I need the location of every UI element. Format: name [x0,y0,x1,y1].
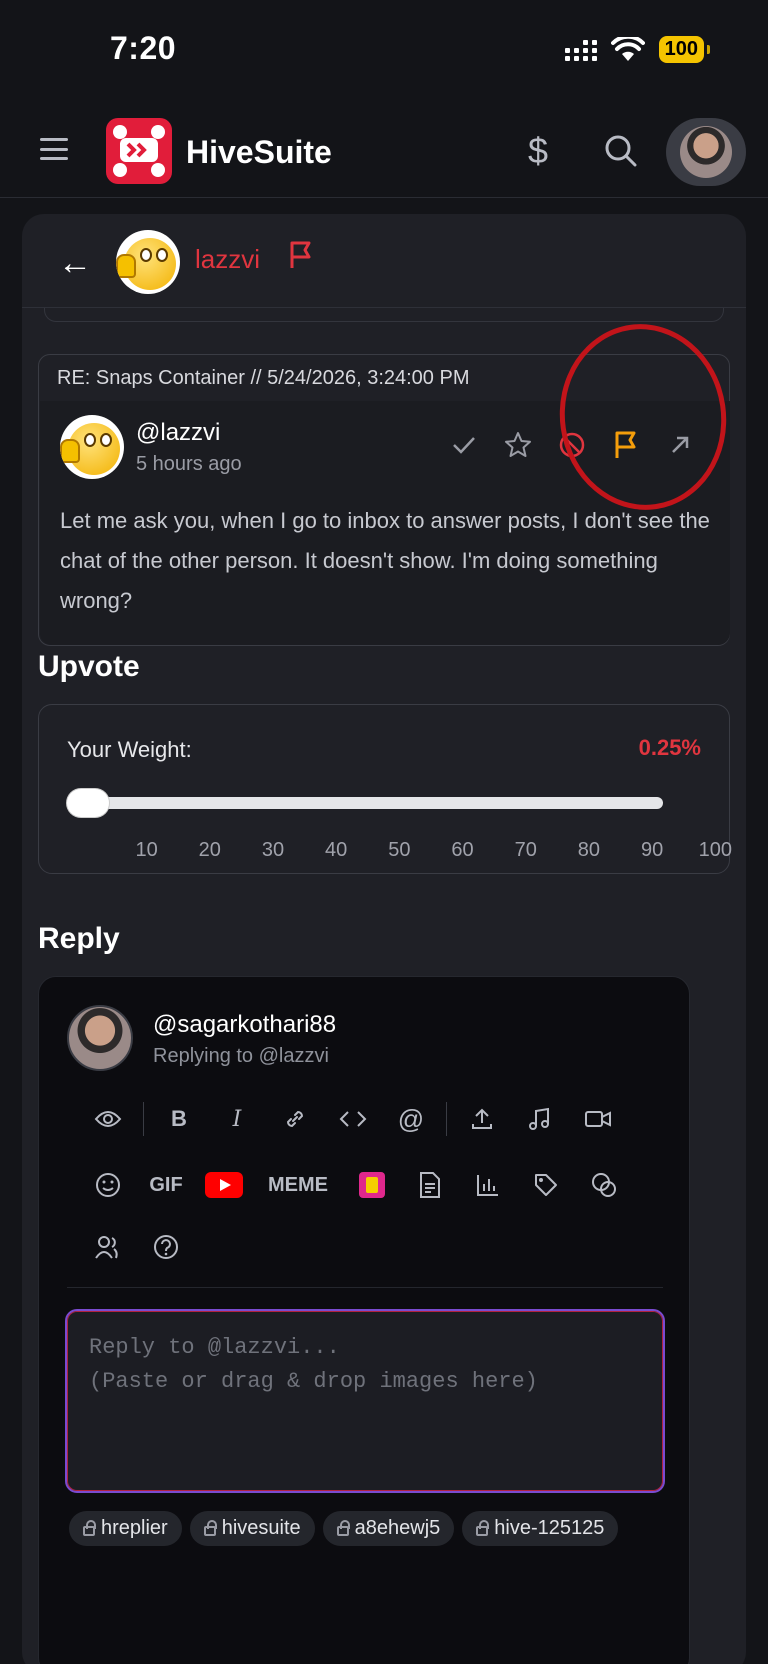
toolbar-separator [67,1287,663,1288]
video-icon[interactable] [569,1099,627,1139]
post-author-avatar[interactable] [60,415,124,479]
post-title: RE: Snaps Container // 5/24/2026, 3:24:0… [57,367,470,389]
upvote-panel: Your Weight: 0.25% 10 20 30 40 50 60 70 … [38,704,732,874]
preview-eye-icon[interactable] [79,1099,137,1139]
slider-tick: 20 [198,839,221,861]
lock-icon [83,1519,96,1536]
coins-icon[interactable] [575,1165,633,1205]
dollar-icon[interactable]: $ [528,130,548,172]
toolbar-row-1: B I @ [79,1099,627,1139]
check-icon[interactable] [450,431,478,459]
status-time: 7:20 [110,30,177,66]
reply-username: @sagarkothari88 [153,1011,337,1038]
weight-slider-track[interactable] [69,797,663,809]
toolbar-divider [143,1102,144,1136]
reply-input[interactable]: Reply to @lazzvi... (Paste or drag & dro… [65,1309,665,1493]
lock-icon [476,1519,490,1536]
upvote-heading: Upvote [38,650,140,683]
battery-indicator: 100 [658,36,711,63]
gif-button[interactable]: GIF [137,1165,195,1205]
tag-chip[interactable]: hreplier [69,1511,182,1546]
slider-tick: 90 [640,839,664,861]
slider-tick: 30 [261,839,285,861]
slider-tick: 70 [514,839,537,861]
meme-button[interactable]: MEME [253,1165,343,1205]
hivesuite-logo [106,118,172,184]
meme-generator-icon[interactable] [343,1165,401,1205]
card-header: ← lazzvi [22,214,746,308]
post-timestamp: 5 hours ago [136,453,242,475]
emoji-icon[interactable] [79,1165,137,1205]
tag-list: hreplier hivesuite a8ehewj5 hive-125125 [69,1511,669,1546]
slider-tick: 80 [577,839,601,861]
upload-icon[interactable] [453,1099,511,1139]
toolbar-divider [446,1102,447,1136]
tag-chip[interactable]: a8ehewj5 [322,1511,455,1546]
users-icon[interactable] [79,1227,137,1267]
tag-label: a8ehewj5 [354,1517,441,1539]
replying-to-label: Replying to @lazzvi [153,1045,329,1067]
slider-tick: 50 [388,839,411,861]
lock-icon [203,1519,217,1536]
user-avatar-lazzvi[interactable] [116,230,180,294]
slider-tick: 60 [451,839,474,861]
post-author[interactable]: @lazzvi [136,419,220,447]
weight-value: 0.25% [638,735,701,760]
reply-heading: Reply [38,922,120,955]
star-icon[interactable] [504,431,532,459]
reply-composer: @sagarkothari88 Replying to @lazzvi B I … [38,976,690,1664]
slider-tick: 100 [698,839,732,861]
poll-chart-icon[interactable] [459,1165,517,1205]
app-title: HiveSuite [186,134,332,170]
menu-icon[interactable] [40,138,68,160]
music-icon[interactable] [511,1099,569,1139]
card-username[interactable]: lazzvi [195,244,260,275]
app-header: HiveSuite $ [0,108,768,198]
search-icon[interactable] [604,134,638,168]
code-icon[interactable] [324,1099,382,1139]
toolbar-row-3 [79,1227,195,1267]
status-icons: 100 [564,36,711,63]
weight-slider-thumb[interactable] [67,789,109,817]
mention-icon[interactable]: @ [382,1099,440,1139]
toolbar-row-2: GIF MEME [79,1165,633,1205]
slider-tick: 40 [325,839,348,861]
help-icon[interactable] [137,1227,195,1267]
tag-label: hivesuite [221,1517,301,1539]
document-icon[interactable] [401,1165,459,1205]
tag-icon[interactable] [517,1165,575,1205]
cellular-signal-icon [564,39,597,61]
slider-ticks: 10 20 30 40 50 60 70 80 90 100 [115,839,747,862]
previous-card-edge [44,308,724,322]
tag-label: hive-125125 [494,1517,605,1539]
back-arrow-icon[interactable]: ← [58,244,92,283]
post-body: Let me ask you, when I go to inbox to an… [60,508,710,613]
weight-label: Your Weight: [67,737,192,762]
youtube-icon[interactable] [195,1165,253,1205]
status-bar: 7:20 100 [0,0,768,100]
avatar [67,1005,133,1071]
bold-icon[interactable]: B [150,1099,208,1139]
profile-avatar-button[interactable] [666,118,746,186]
slider-tick: 10 [135,839,158,861]
link-icon[interactable] [266,1099,324,1139]
tag-chip[interactable]: hive-125125 [462,1511,619,1546]
tag-chip[interactable]: hivesuite [189,1511,315,1546]
avatar [680,126,732,178]
flag-icon[interactable] [288,240,314,270]
tag-label: hreplier [101,1517,168,1539]
wifi-icon [610,36,645,61]
lock-icon [336,1519,350,1536]
italic-icon[interactable]: I [208,1099,266,1139]
